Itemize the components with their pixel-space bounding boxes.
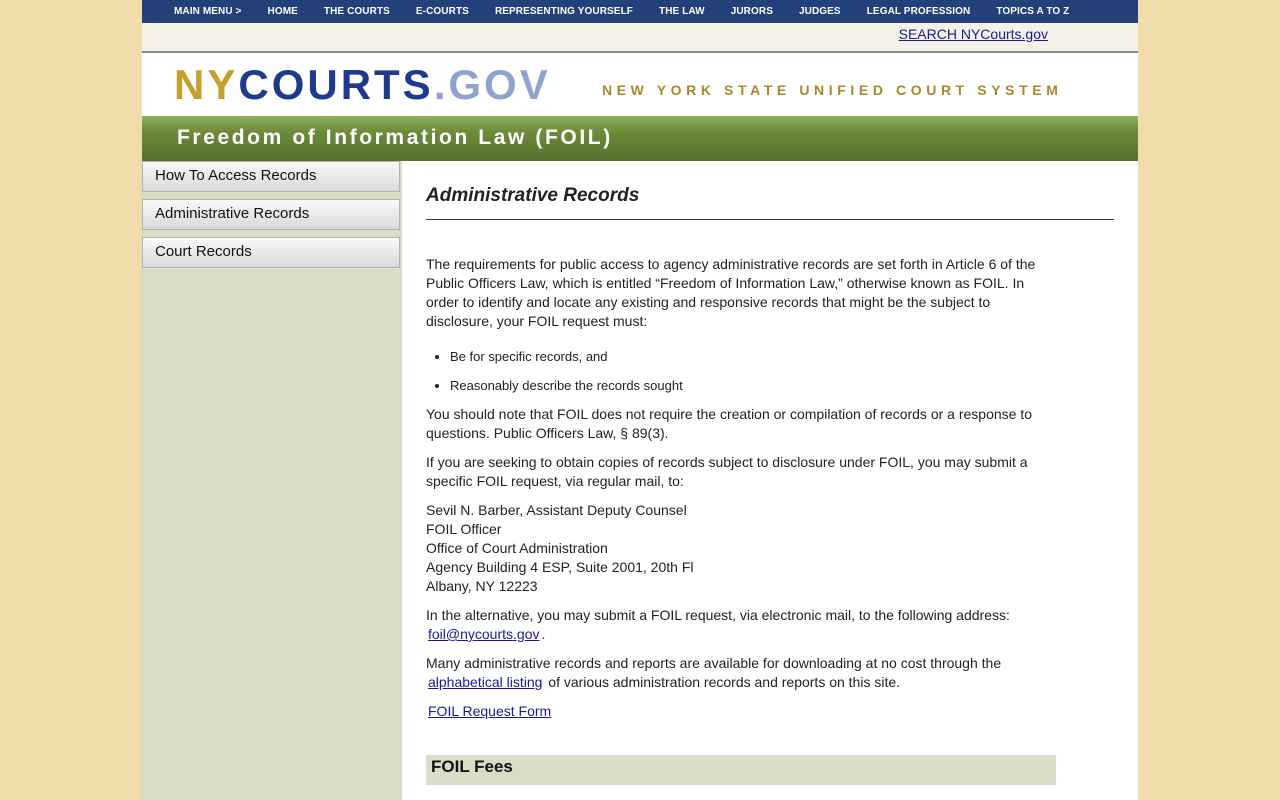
top-nav: MAIN MENU > HOME THE COURTS E-COURTS REP… xyxy=(142,0,1138,23)
sidebar: How To Access Records Administrative Rec… xyxy=(142,161,402,800)
nav-representing-yourself[interactable]: REPRESENTING YOURSELF xyxy=(495,6,633,17)
foil-fees-heading: FOIL Fees xyxy=(431,757,513,776)
nav-judges[interactable]: JUDGES xyxy=(799,6,841,17)
reports-end-text: of various administration records and re… xyxy=(548,674,901,690)
submit-paragraph: If you are seeking to obtain copies of r… xyxy=(426,454,1028,489)
alphabetical-listing-link[interactable]: alphabetical listing xyxy=(428,674,542,690)
sidebar-item-how-to-access[interactable]: How To Access Records xyxy=(142,161,400,192)
foil-request-form-link[interactable]: FOIL Request Form xyxy=(428,703,551,719)
list-item: Reasonably describe the records sought xyxy=(450,376,1114,395)
email-end-text: . xyxy=(541,626,546,642)
logo-gov: .GOV xyxy=(433,61,551,108)
form-paragraph: FOIL Request Form xyxy=(426,702,1056,721)
search-bar: SEARCH NYCourts.gov xyxy=(142,23,1138,53)
nav-main-menu[interactable]: MAIN MENU > xyxy=(174,6,242,17)
search-link[interactable]: SEARCH NYCourts.gov xyxy=(899,26,1048,42)
section-title-band: Freedom of Information Law (FOIL) xyxy=(142,116,1138,161)
nav-e-courts[interactable]: E-COURTS xyxy=(416,6,469,17)
address-line: Sevil N. Barber, Assistant Deputy Counse… xyxy=(426,502,687,518)
address-line: Agency Building 4 ESP, Suite 2001, 20th … xyxy=(426,559,694,575)
mailing-address: Sevil N. Barber, Assistant Deputy Counse… xyxy=(426,501,1056,596)
email-intro-text: In the alternative, you may submit a FOI… xyxy=(426,607,1010,623)
page-title: Administrative Records xyxy=(426,185,1114,220)
section-title: Freedom of Information Law (FOIL) xyxy=(177,126,613,149)
main-area: How To Access Records Administrative Rec… xyxy=(142,161,1138,800)
requirements-list: Be for specific records, and Reasonably … xyxy=(426,347,1114,395)
sidebar-item-administrative-records[interactable]: Administrative Records xyxy=(142,199,400,230)
logo-ny: NY xyxy=(174,61,239,108)
address-line: FOIL Officer xyxy=(426,521,502,537)
nav-jurors[interactable]: JURORS xyxy=(731,6,773,17)
list-item: Be for specific records, and xyxy=(450,347,1114,366)
address-line: Albany, NY 12223 xyxy=(426,578,538,594)
nav-topics-a-to-z[interactable]: TOPICS A TO Z xyxy=(996,6,1069,17)
nav-the-law[interactable]: THE LAW xyxy=(659,6,705,17)
site-header: NYCOURTS.GOV NEW YORK STATE UNIFIED COUR… xyxy=(142,53,1138,116)
sidebar-item-court-records[interactable]: Court Records xyxy=(142,237,400,268)
address-line: Office of Court Administration xyxy=(426,540,608,556)
reports-paragraph: Many administrative records and reports … xyxy=(426,654,1056,692)
nycourts-logo[interactable]: NYCOURTS.GOV xyxy=(174,63,551,107)
nav-the-courts[interactable]: THE COURTS xyxy=(324,6,390,17)
main-content: Administrative Records The requirements … xyxy=(426,161,1114,785)
email-paragraph: In the alternative, you may submit a FOI… xyxy=(426,606,1056,644)
email-link[interactable]: foil@nycourts.gov xyxy=(428,626,539,642)
site-tagline: NEW YORK STATE UNIFIED COURT SYSTEM xyxy=(602,82,1063,98)
nav-legal-profession[interactable]: LEGAL PROFESSION xyxy=(867,6,971,17)
page-container: MAIN MENU > HOME THE COURTS E-COURTS REP… xyxy=(142,0,1138,800)
intro-paragraph: The requirements for public access to ag… xyxy=(426,256,1036,329)
logo-courts: COURTS xyxy=(238,61,434,108)
reports-intro-text: Many administrative records and reports … xyxy=(426,655,1002,671)
foil-fees-header: FOIL Fees xyxy=(426,755,1056,785)
note-paragraph: You should note that FOIL does not requi… xyxy=(426,406,1032,441)
nav-home[interactable]: HOME xyxy=(268,6,298,17)
